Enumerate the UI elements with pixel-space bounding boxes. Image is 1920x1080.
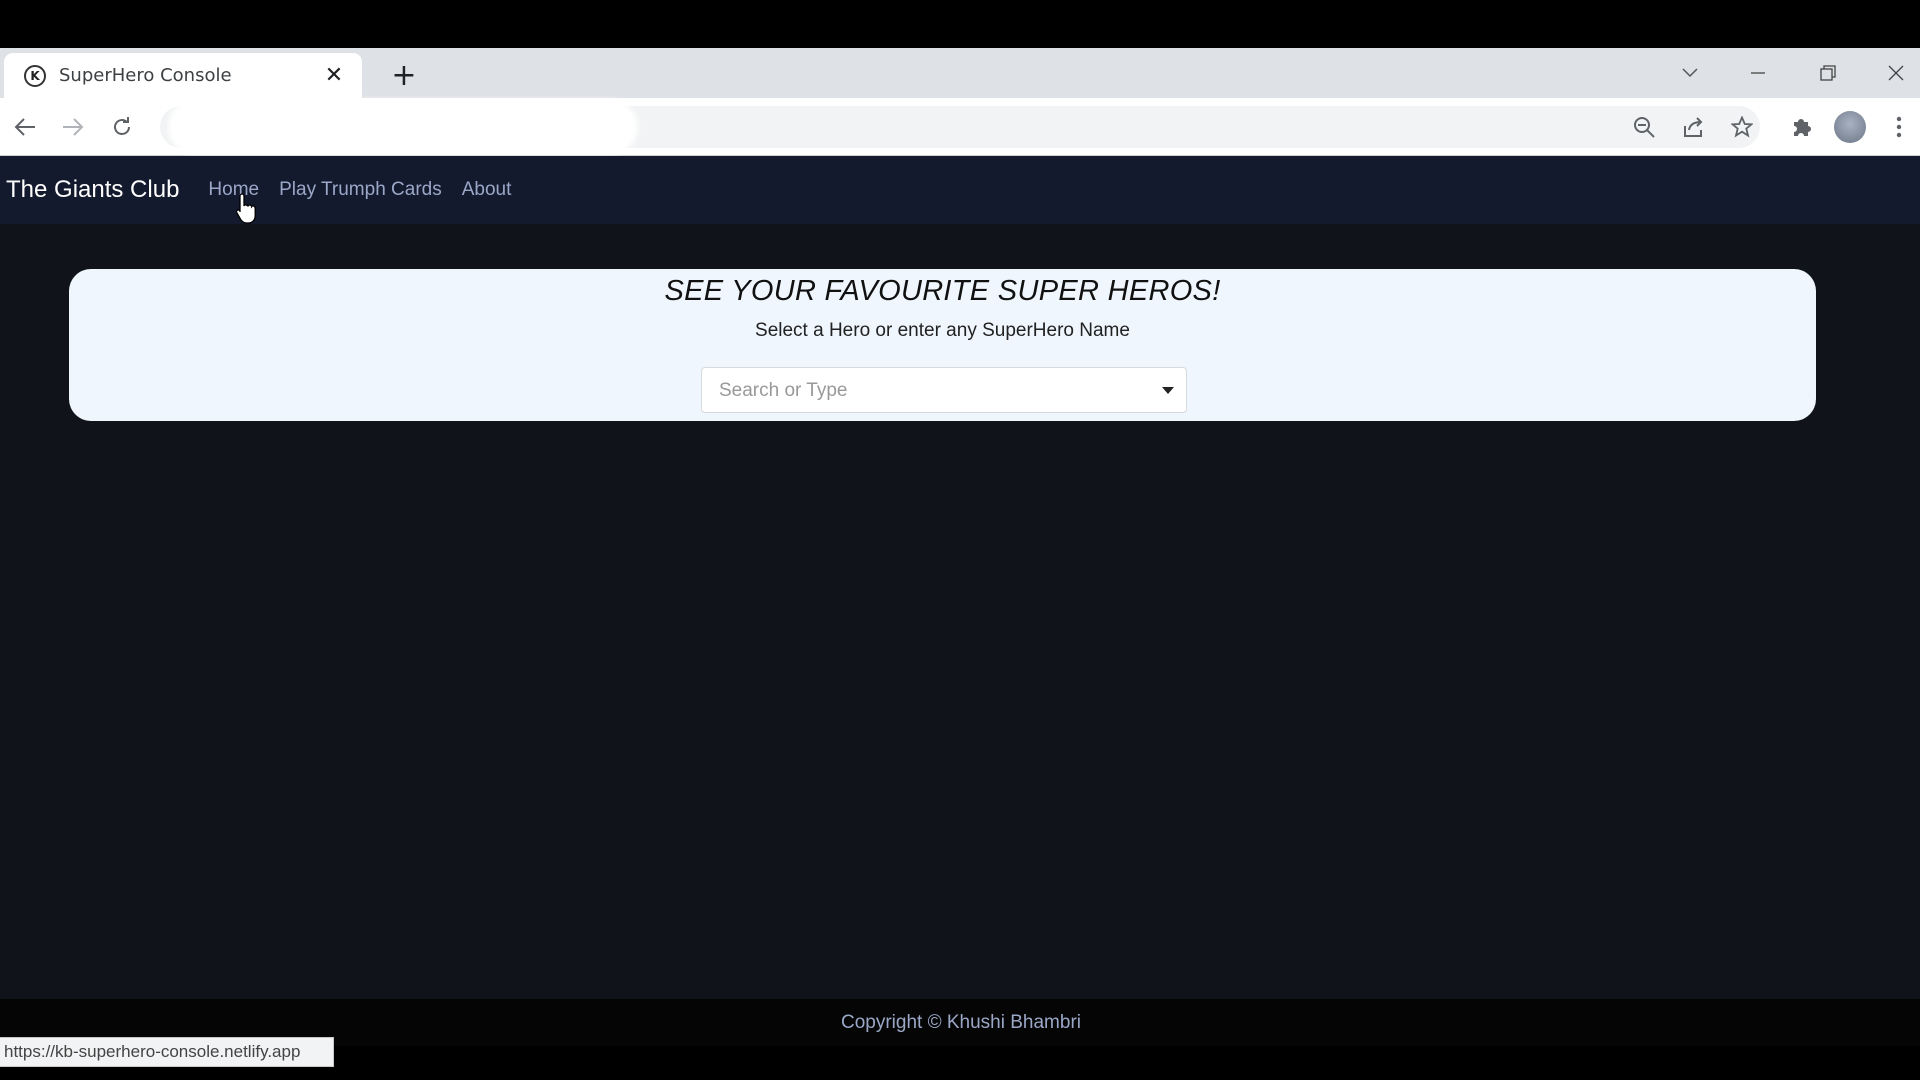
share-icon[interactable]	[1676, 110, 1710, 144]
caret-down-icon[interactable]	[1162, 387, 1174, 394]
main-content: SEE YOUR FAVOURITE SUPER HEROS! Select a…	[0, 224, 1920, 999]
star-icon[interactable]	[1725, 110, 1759, 144]
close-tab-icon[interactable]: ✕	[320, 62, 348, 90]
browser-toolbar	[0, 98, 1920, 156]
address-bar[interactable]	[160, 100, 1760, 154]
hero-subtitle: Select a Hero or enter any SuperHero Nam…	[755, 320, 1130, 341]
status-bar-url: https://kb-superhero-console.netlify.app	[0, 1037, 334, 1067]
minimize-icon[interactable]	[1738, 58, 1778, 88]
screen-top-band	[0, 0, 1920, 48]
profile-avatar[interactable]	[1834, 111, 1866, 143]
nav-link-about[interactable]: About	[462, 179, 512, 201]
nav-link-play-trumph-cards[interactable]: Play Trumph Cards	[279, 179, 442, 201]
site-navbar: The Giants Club Home Play Trumph Cards A…	[0, 156, 1920, 224]
hero-search-placeholder: Search or Type	[719, 380, 848, 401]
redacted-url-area	[168, 100, 638, 154]
brand-link[interactable]: The Giants Club	[6, 176, 179, 204]
close-window-icon[interactable]	[1876, 58, 1916, 88]
browser-tabstrip: K SuperHero Console ✕ +	[0, 48, 1920, 98]
forward-arrow-icon[interactable]	[56, 110, 90, 144]
hand-pointer-cursor-icon	[235, 192, 258, 224]
hero-search-card: SEE YOUR FAVOURITE SUPER HEROS! Select a…	[69, 269, 1816, 421]
tab-title: SuperHero Console	[59, 65, 232, 86]
tab-search-chevron-icon[interactable]	[1670, 58, 1710, 88]
copyright-text: Copyright © Khushi Bhambri	[841, 1011, 1081, 1033]
restore-icon[interactable]	[1808, 58, 1848, 88]
zoom-out-icon[interactable]	[1627, 110, 1661, 144]
screen-bottom-band	[0, 1067, 1920, 1080]
puzzle-icon[interactable]	[1784, 110, 1818, 144]
reload-icon[interactable]	[105, 110, 139, 144]
kebab-menu-icon[interactable]	[1882, 110, 1916, 144]
browser-tab[interactable]: K SuperHero Console ✕	[4, 53, 362, 98]
hero-title: SEE YOUR FAVOURITE SUPER HEROS!	[664, 275, 1221, 307]
site-favicon-icon: K	[24, 64, 46, 87]
new-tab-button[interactable]: +	[388, 58, 420, 93]
hero-search-select[interactable]: Search or Type	[701, 367, 1187, 413]
back-arrow-icon[interactable]	[8, 110, 42, 144]
